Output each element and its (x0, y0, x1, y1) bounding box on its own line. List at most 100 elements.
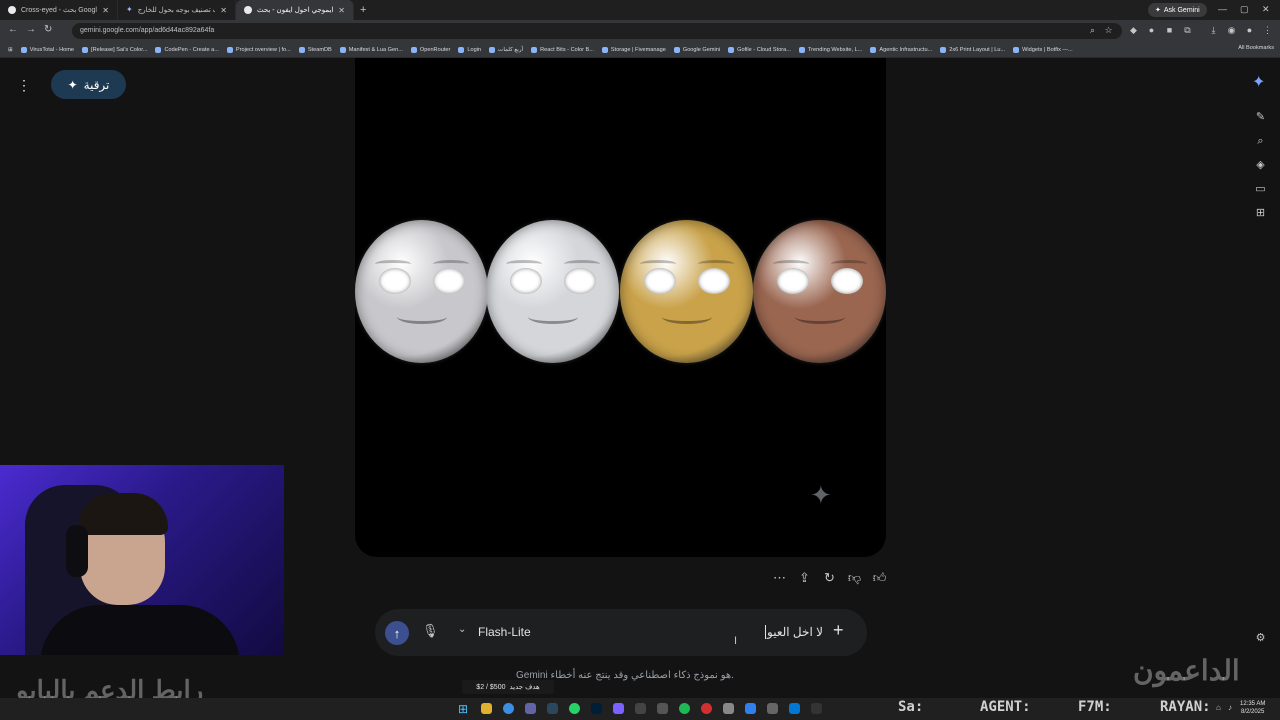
more-icon[interactable]: ⋮ (1262, 25, 1273, 36)
app-icon[interactable] (723, 703, 734, 714)
all-bookmarks-button[interactable]: All Bookmarks (1238, 45, 1274, 51)
sparkle-icon: ✦ (1155, 7, 1161, 14)
bookmark-label: React Bits - Color B... (540, 46, 594, 53)
file-explorer-icon[interactable] (481, 703, 492, 714)
bookmark-item[interactable]: Trending Website, L... (795, 46, 866, 53)
tab-0[interactable]: Cross-eyed - بحث Google ✕ (0, 0, 118, 20)
spotify-icon[interactable] (679, 703, 690, 714)
back-icon[interactable]: ← (8, 24, 18, 35)
bookmark-item[interactable]: Login (454, 46, 485, 53)
bookmark-label: Trending Website, L... (807, 46, 863, 53)
new-tab-button[interactable]: + (354, 4, 372, 16)
chrome-icon[interactable] (503, 703, 514, 714)
windows-start-icon[interactable]: ⊞ (458, 702, 468, 716)
bookmark-item[interactable]: SteamDB (295, 46, 336, 53)
app-icon[interactable] (745, 703, 756, 714)
zoom-icon[interactable]: ⌕ (1087, 25, 1098, 36)
bookmark-item[interactable]: Project overview | fo... (223, 46, 295, 53)
ticker-label: F7M: (1078, 699, 1112, 715)
obs-icon[interactable] (657, 703, 668, 714)
bookmark-item[interactable]: Manifest & Lua Gen... (336, 46, 407, 53)
system-clock[interactable]: 12:35 AM 8/2/2025 (1240, 700, 1265, 716)
volume-icon[interactable]: ♪ (1228, 703, 1232, 712)
bookmark-favicon (601, 46, 608, 53)
app-icon[interactable] (789, 703, 800, 714)
bookmark-item[interactable]: 2x6 Print Layout | Lu... (936, 46, 1009, 53)
app-icon[interactable] (613, 703, 624, 714)
bookmark-item[interactable]: OpenRouter (407, 46, 454, 53)
apps-icon[interactable]: ⊞ (4, 47, 17, 53)
gemini-sparkle-icon[interactable]: ✦ (1252, 72, 1265, 92)
bookmark-item[interactable]: CodePen - Create a... (151, 46, 222, 53)
ask-gemini-button[interactable]: ✦ Ask Gemini (1148, 3, 1207, 17)
brow (640, 260, 676, 268)
bookmark-label: Gofile - Cloud Stora... (737, 46, 791, 53)
regenerate-icon[interactable]: ↻ (822, 570, 837, 586)
close-icon[interactable]: ✕ (102, 6, 109, 15)
bookmark-favicon (870, 46, 877, 53)
reload-icon[interactable]: ↻ (44, 24, 52, 35)
steam-icon[interactable] (547, 703, 558, 714)
apps-icon[interactable]: ⊞ (1253, 206, 1268, 221)
bookmark-item[interactable]: Widgets | Botfix —... (1009, 46, 1077, 53)
bookmark-favicon (728, 46, 735, 53)
extension-icon[interactable]: ◆ (1128, 25, 1139, 36)
whatsapp-icon[interactable] (569, 703, 580, 714)
maximize-icon[interactable]: ▢ (1240, 4, 1249, 15)
forward-icon[interactable]: → (26, 24, 36, 35)
download-icon[interactable]: ⤓ (1208, 25, 1219, 36)
app-icon[interactable] (701, 703, 712, 714)
app-icon[interactable] (635, 703, 646, 714)
bookmark-item[interactable]: أربع كلمات (485, 46, 527, 53)
thumbs-down-icon[interactable]: 👎︎ (847, 570, 862, 586)
bookmark-favicon (339, 46, 346, 53)
gem-icon[interactable]: ◈ (1253, 158, 1268, 173)
network-icon[interactable]: ⌂ (1216, 703, 1221, 712)
brow (773, 260, 809, 268)
send-button[interactable]: ↑ (385, 621, 409, 645)
more-icon[interactable]: ⋯ (772, 570, 787, 586)
extension-icon[interactable]: ■ (1164, 25, 1175, 36)
more-options-icon[interactable]: ⋮ (17, 77, 31, 94)
generated-image[interactable]: ✦ (355, 58, 886, 557)
discord-icon[interactable] (525, 703, 536, 714)
bookmark-item[interactable]: [Release] Sai's Color... (78, 46, 151, 53)
model-selector[interactable]: Flash-Lite (478, 625, 531, 639)
bookmark-item[interactable]: Google Gemini (670, 46, 724, 53)
brow (506, 260, 542, 268)
bookmark-item[interactable]: Agentic Infrastructu... (866, 46, 936, 53)
bookmark-label: CodePen - Create a... (164, 46, 219, 53)
microphone-icon[interactable]: 🎙︎ (422, 623, 439, 639)
minimize-icon[interactable]: — (1218, 4, 1227, 14)
edit-icon[interactable]: ✎ (1253, 110, 1268, 125)
bookmark-item[interactable]: React Bits - Color B... (527, 46, 598, 53)
bookmark-item[interactable]: Storage | Fivemanage (598, 46, 670, 53)
close-icon[interactable]: ✕ (220, 6, 227, 15)
library-icon[interactable]: ▭ (1253, 182, 1268, 197)
bookmark-label: OpenRouter (419, 46, 451, 53)
settings-icon[interactable]: ⚙ (1253, 631, 1268, 646)
app-icon[interactable] (811, 703, 822, 714)
tab-2[interactable]: ايموجي احول ايفون - بحث Google ✕ (236, 0, 354, 20)
upgrade-button[interactable]: ✦ ترقية (51, 70, 126, 99)
extension-icon[interactable]: ● (1146, 25, 1157, 36)
app-icon[interactable] (767, 703, 778, 714)
window-close-icon[interactable]: ✕ (1262, 4, 1270, 15)
profile-icon[interactable]: ◉ (1226, 25, 1237, 36)
tab-1[interactable]: ✦ أيقونات تصنيف بوجه بحول للخارج ✕ (118, 0, 236, 20)
chevron-down-icon[interactable]: ⌄ (458, 624, 466, 635)
bookmark-item[interactable]: VirusTotal - Home (17, 46, 78, 53)
puzzle-icon[interactable]: ⧉ (1182, 25, 1193, 36)
share-icon[interactable]: ⇪ (797, 570, 812, 586)
address-bar[interactable]: gemini.google.com/app/ad6d44ac892a64fa (72, 23, 1122, 39)
search-icon[interactable]: ⌕ (1253, 134, 1268, 149)
prompt-input[interactable]: لا اخل العيو (765, 625, 823, 639)
star-icon[interactable]: ☆ (1103, 25, 1114, 36)
thumbs-up-icon[interactable]: 👍︎ (872, 570, 887, 586)
add-icon[interactable]: + (833, 620, 844, 641)
photoshop-icon[interactable] (591, 703, 602, 714)
smile (528, 310, 578, 324)
bookmark-item[interactable]: Gofile - Cloud Stora... (724, 46, 795, 53)
avatar[interactable]: ● (1244, 25, 1255, 36)
close-icon[interactable]: ✕ (338, 6, 345, 15)
